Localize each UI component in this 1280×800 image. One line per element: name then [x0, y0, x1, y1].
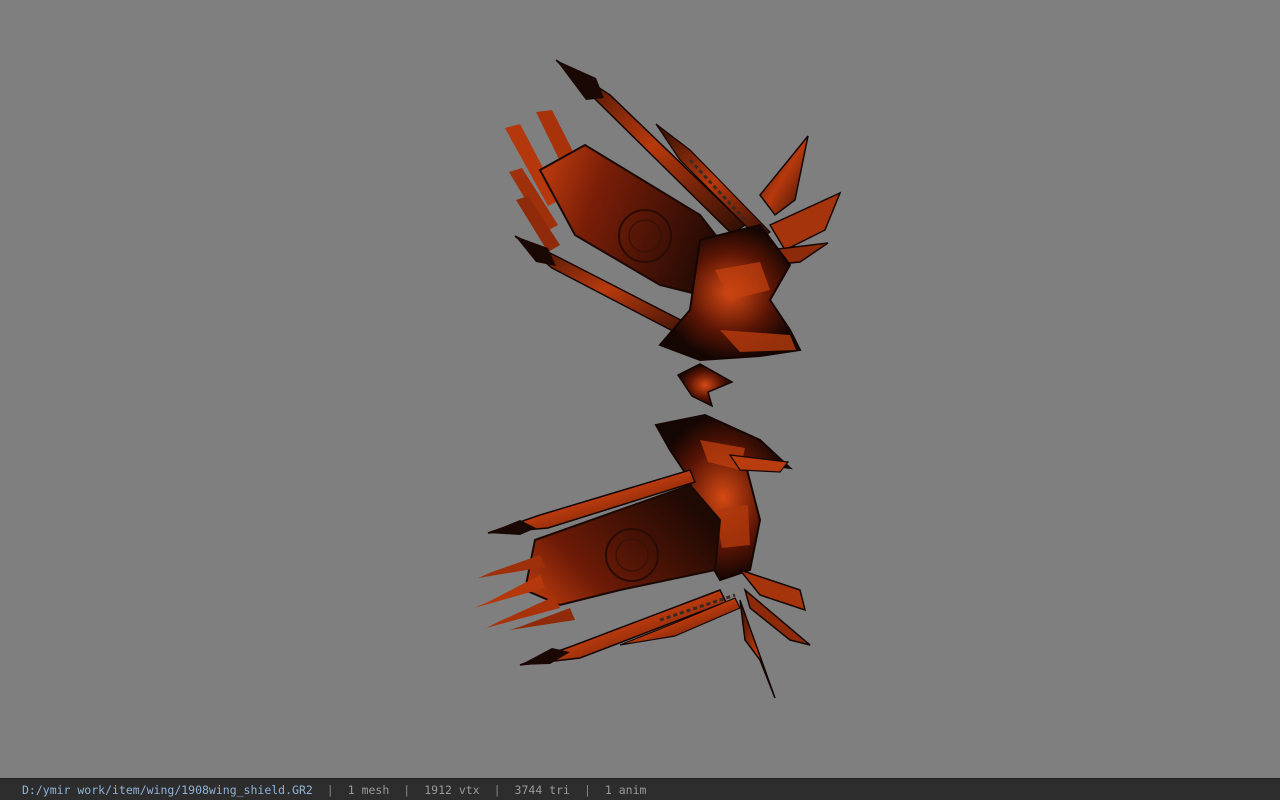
vertex-count: 1912 vtx	[424, 782, 480, 797]
file-path: D:/ymir work/item/wing/1908wing_shield.G…	[22, 782, 313, 797]
wing-shield-model[interactable]	[0, 0, 1280, 778]
lower-wing	[474, 413, 811, 699]
upper-claw	[759, 135, 809, 217]
center-ornament	[676, 363, 734, 408]
anim-count: 1 anim	[604, 782, 647, 797]
status-bar: D:/ymir work/item/wing/1908wing_shield.G…	[0, 778, 1280, 800]
3d-viewport[interactable]	[0, 0, 1280, 778]
mesh-count: 1 mesh	[347, 782, 390, 797]
separator: |	[403, 782, 411, 797]
separator: |	[493, 782, 501, 797]
separator: |	[326, 782, 334, 797]
separator: |	[583, 782, 591, 797]
triangle-count: 3744 tri	[514, 782, 570, 797]
upper-wing	[505, 59, 842, 362]
